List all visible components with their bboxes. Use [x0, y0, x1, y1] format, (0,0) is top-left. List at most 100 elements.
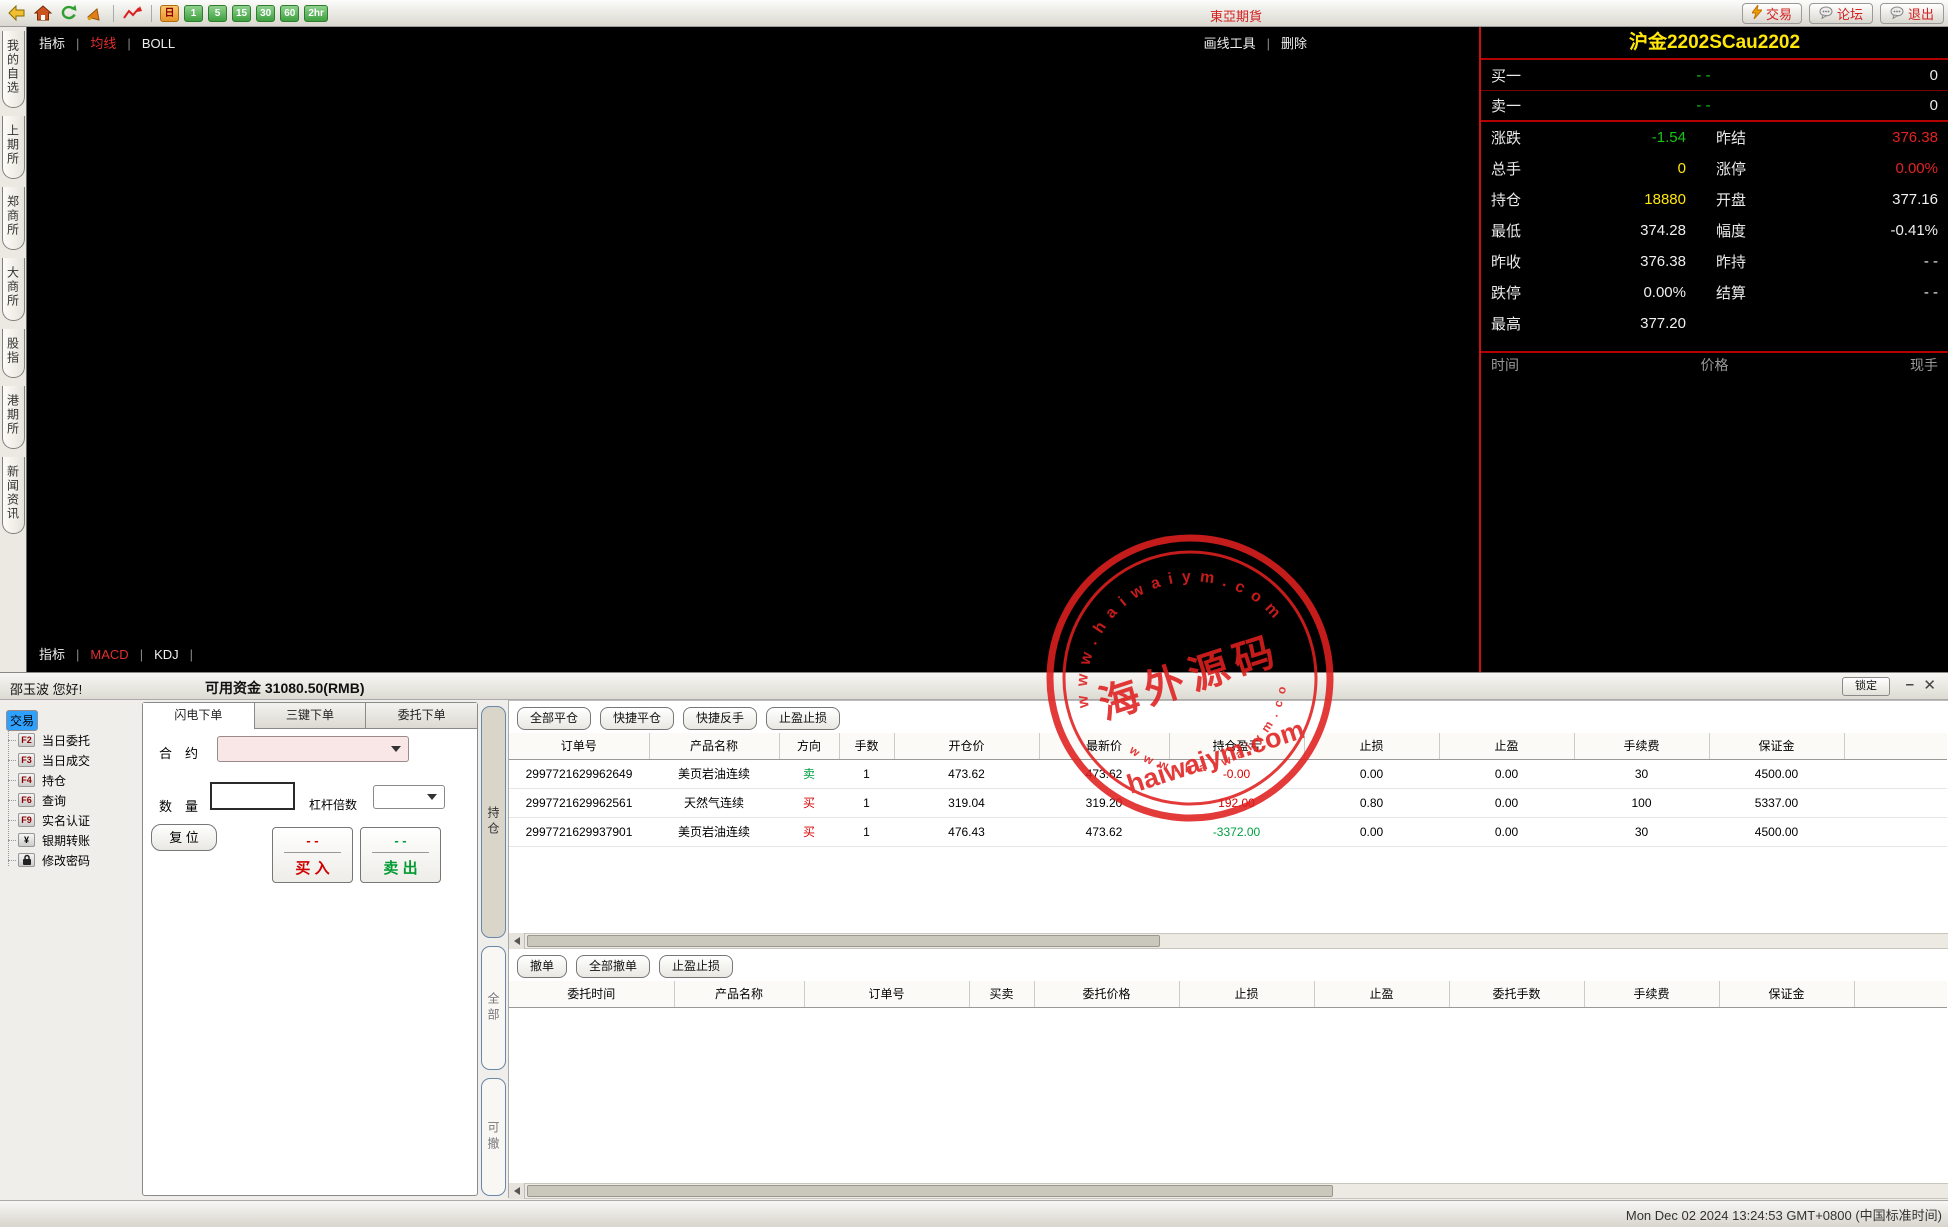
- positions-hscrollbar[interactable]: [509, 933, 1948, 949]
- ma-indicator[interactable]: 均线: [90, 36, 116, 51]
- broker-brand-label: 東亞期貨: [1210, 6, 1262, 25]
- home-icon[interactable]: [32, 3, 53, 23]
- ask-row: 卖一 - - 0: [1481, 91, 1948, 122]
- status-bar: Mon Dec 02 2024 13:24:53 GMT+0800 (中国标准时…: [0, 1200, 1948, 1227]
- sidebar-tab-czce[interactable]: 郑商所: [2, 187, 25, 250]
- contract-select[interactable]: [217, 736, 409, 762]
- lightning-icon: [1752, 5, 1762, 22]
- chevron-down-icon: [391, 746, 401, 757]
- trading-terminal: 日 1 5 15 30 60 2hr 東亞期貨 交易 论坛 退出 我的自选 上期…: [0, 0, 1948, 1227]
- draw-tools-button[interactable]: 画线工具: [1204, 36, 1256, 51]
- trading-panel: F1 交易 F2 当日委托 F3 当日成交 F4 持仓 F6 查询: [0, 700, 1948, 1200]
- nav-item-change-password[interactable]: 修改密码: [6, 850, 136, 870]
- close-all-button[interactable]: 全部平仓: [517, 707, 591, 730]
- kdj-indicator[interactable]: KDJ: [154, 647, 179, 662]
- speech-bubble-icon: [1819, 6, 1833, 22]
- quantity-input[interactable]: [210, 782, 295, 810]
- col-stop-loss: 止损: [1179, 981, 1314, 1007]
- period-5min-button[interactable]: 5: [208, 5, 227, 22]
- period-1min-button[interactable]: 1: [184, 5, 203, 22]
- positions-toolbar: 全部平仓 快捷平仓 快捷反手 止盈止损: [517, 707, 840, 730]
- alert-horn-icon[interactable]: [84, 3, 105, 23]
- nav-item-bank-transfer[interactable]: ¥ 银期转账: [6, 830, 136, 850]
- tp-sl-button[interactable]: 止盈止损: [659, 955, 733, 978]
- period-2hr-button[interactable]: 2hr: [304, 5, 328, 22]
- sidebar-tab-index[interactable]: 股指: [2, 329, 25, 378]
- position-row[interactable]: 2997721629937901美页岩油连续 买 1476.43 473.62 …: [509, 817, 1947, 846]
- nav-item-trade[interactable]: F1 交易: [6, 710, 136, 730]
- reset-button[interactable]: 复 位: [151, 824, 217, 851]
- delete-drawing-button[interactable]: 删除: [1281, 36, 1307, 51]
- period-30min-button[interactable]: 30: [256, 5, 275, 22]
- boll-indicator[interactable]: BOLL: [142, 36, 175, 51]
- exit-button[interactable]: 退出: [1880, 3, 1944, 24]
- close-icon[interactable]: ✕: [1923, 676, 1936, 694]
- minimize-icon[interactable]: –: [1906, 676, 1914, 693]
- scroll-left-arrow-icon[interactable]: [509, 933, 525, 949]
- leverage-select[interactable]: [373, 785, 445, 809]
- tab-three-key-order[interactable]: 三键下单: [255, 703, 367, 729]
- period-15min-button[interactable]: 15: [232, 5, 251, 22]
- position-row[interactable]: 2997721629962649美页岩油连续 卖 1473.62 473.62 …: [509, 759, 1947, 788]
- scroll-left-arrow-icon[interactable]: [509, 1183, 525, 1199]
- orders-hscrollbar[interactable]: [509, 1183, 1948, 1199]
- back-icon[interactable]: [6, 3, 27, 23]
- stat-label: 持仓: [1491, 189, 1553, 210]
- side-tab-positions[interactable]: 持仓: [481, 706, 506, 938]
- quick-reverse-button[interactable]: 快捷反手: [683, 707, 757, 730]
- tab-delegate-order[interactable]: 委托下单: [366, 703, 477, 729]
- tp-sl-button[interactable]: 止盈止损: [766, 707, 840, 730]
- stat-value: 377.16: [1778, 191, 1938, 208]
- toolbar-separator: [113, 5, 114, 22]
- side-tab-all[interactable]: 全部: [481, 946, 506, 1070]
- indicator-menu[interactable]: 指标: [39, 36, 65, 51]
- sidebar-tab-watchlist[interactable]: 我的自选: [2, 31, 25, 108]
- tape-price-header: 价格: [1639, 355, 1791, 375]
- scrollbar-thumb[interactable]: [527, 1185, 1333, 1197]
- indicator-menu[interactable]: 指标: [39, 647, 65, 662]
- stat-label: 跌停: [1491, 282, 1553, 303]
- col-product: 产品名称: [674, 981, 804, 1007]
- col-product: 产品名称: [649, 733, 779, 759]
- nav-item-positions[interactable]: F4 持仓: [6, 770, 136, 790]
- period-60min-button[interactable]: 60: [280, 5, 299, 22]
- forum-button[interactable]: 论坛: [1809, 3, 1873, 24]
- nav-item-today-orders[interactable]: F2 当日委托: [6, 730, 136, 750]
- lock-button[interactable]: 锁定: [1842, 677, 1890, 696]
- sidebar-tab-shfe[interactable]: 上期所: [2, 116, 25, 179]
- nav-item-identity[interactable]: F9 实名认证: [6, 810, 136, 830]
- lock-icon: [18, 853, 35, 867]
- tree-connector: [8, 800, 16, 801]
- cancel-all-button[interactable]: 全部撤单: [576, 955, 650, 978]
- nav-label: 当日成交: [39, 751, 93, 770]
- sidebar-tab-hkex[interactable]: 港期所: [2, 386, 25, 449]
- stat-label: 昨结: [1716, 127, 1778, 148]
- buy-button[interactable]: - - 买 入: [272, 827, 353, 883]
- leverage-label: 杠杆倍数: [309, 796, 357, 813]
- scrollbar-thumb[interactable]: [527, 935, 1160, 947]
- stat-value: 0.00%: [1778, 160, 1938, 177]
- col-filler: [1844, 733, 1947, 759]
- cancel-order-button[interactable]: 撤单: [517, 955, 567, 978]
- sidebar-tab-news[interactable]: 新闻资讯: [2, 457, 25, 534]
- positions-header-row: 订单号 产品名称 方向 手数 开仓价 最新价 持仓盈亏 止损 止盈 手续费 保证…: [509, 733, 1947, 759]
- nav-item-today-trades[interactable]: F3 当日成交: [6, 750, 136, 770]
- quick-close-button[interactable]: 快捷平仓: [600, 707, 674, 730]
- order-form-tabs: 闪电下单 三键下单 委托下单: [143, 703, 477, 729]
- quantity-label: 数 量: [159, 796, 198, 815]
- trend-line-icon[interactable]: [122, 3, 143, 23]
- nav-item-query[interactable]: F6 查询: [6, 790, 136, 810]
- side-tab-cancelable[interactable]: 可撤: [481, 1078, 506, 1196]
- sell-button[interactable]: - - 卖 出: [360, 827, 441, 883]
- period-day-button[interactable]: 日: [160, 5, 179, 22]
- position-row[interactable]: 2997721629962561天然气连续 买 1319.04 319.20 1…: [509, 788, 1947, 817]
- macd-indicator[interactable]: MACD: [90, 647, 128, 662]
- orders-toolbar: 撤单 全部撤单 止盈止损: [517, 955, 733, 978]
- trade-button[interactable]: 交易: [1742, 3, 1802, 24]
- f6-key-icon: F6: [18, 793, 35, 807]
- refresh-icon[interactable]: [58, 3, 79, 23]
- tab-flash-order[interactable]: 闪电下单: [143, 703, 255, 729]
- quote-stat-row: 跌停0.00% 结算- -: [1481, 277, 1948, 308]
- buy-price: - -: [284, 833, 341, 853]
- sidebar-tab-dce[interactable]: 大商所: [2, 258, 25, 321]
